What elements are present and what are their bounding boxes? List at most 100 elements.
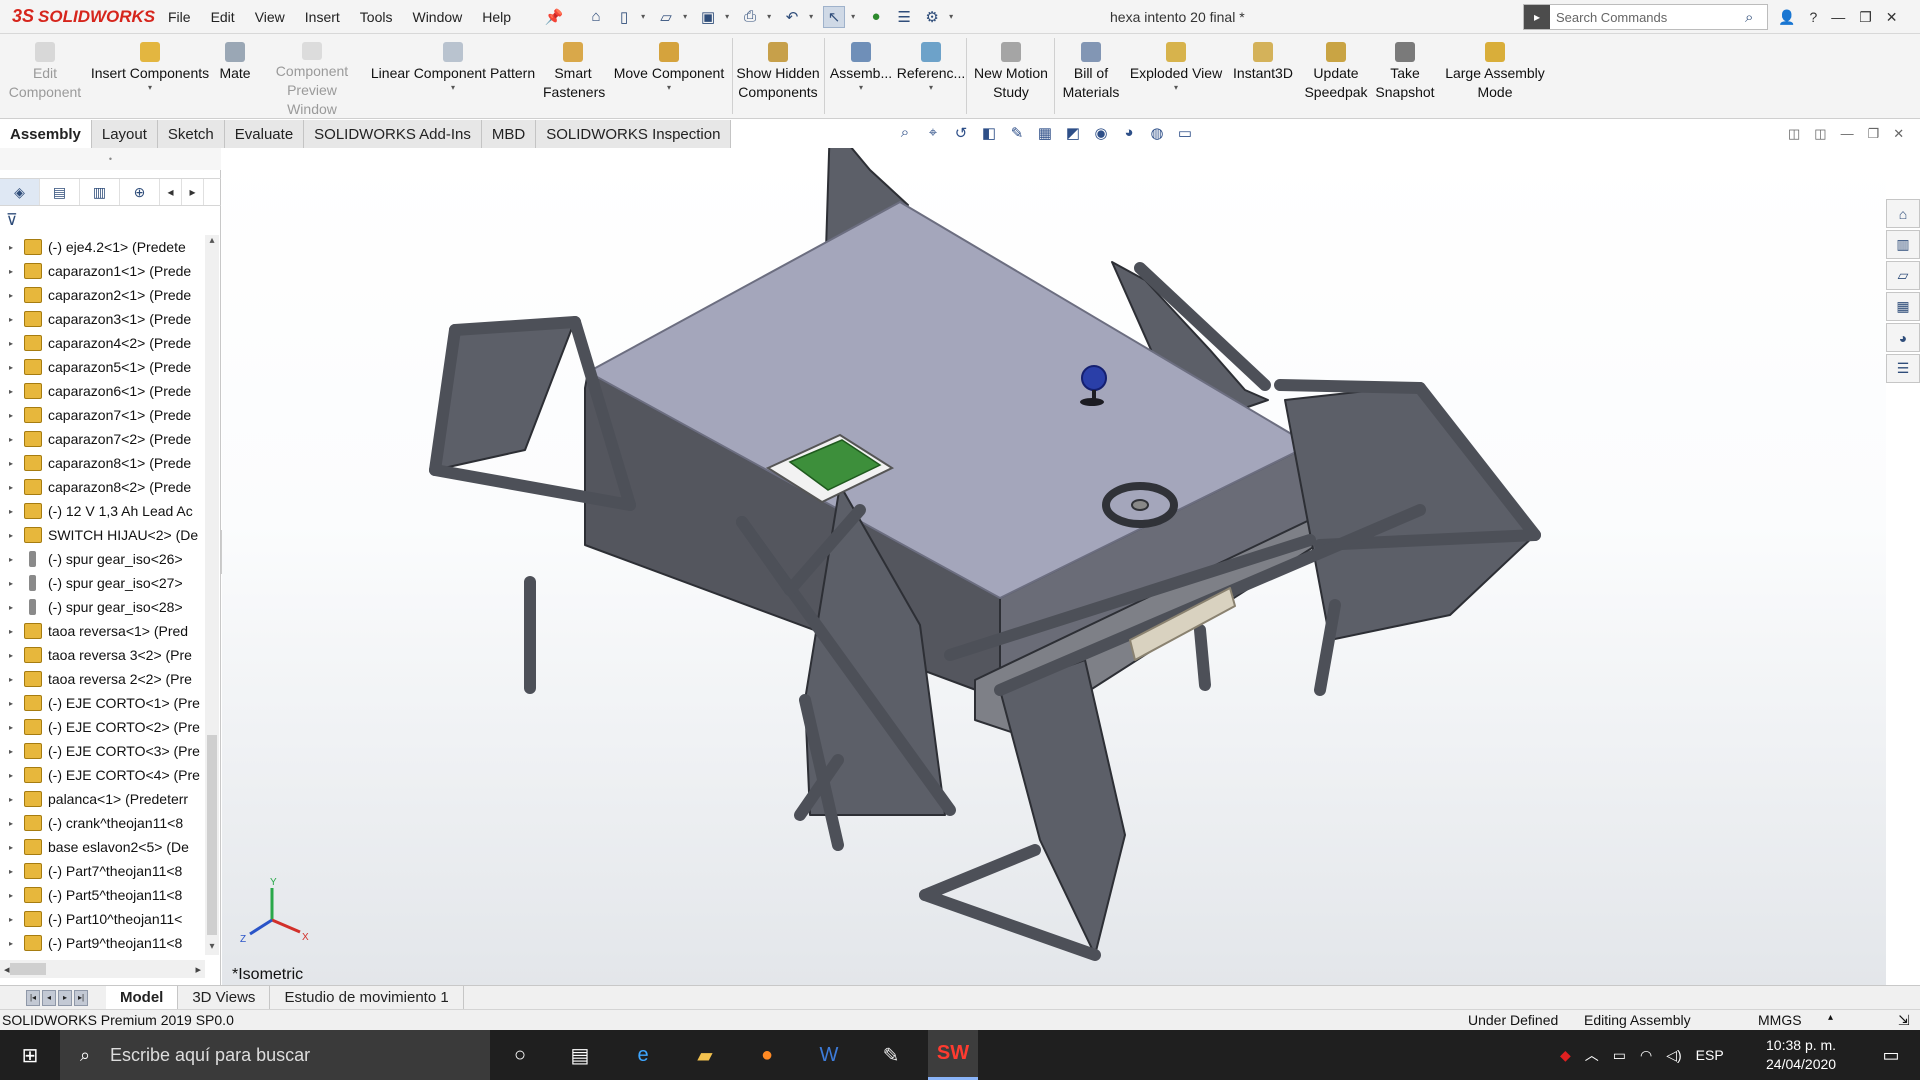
tree-item[interactable]: ▸ (-) spur gear_iso<27>: [0, 571, 205, 595]
scroll-down-icon[interactable]: ▾: [205, 941, 219, 955]
home-icon[interactable]: ⌂: [585, 6, 607, 28]
menu-edit[interactable]: Edit: [201, 9, 245, 25]
expand-arrow-icon[interactable]: ▸: [4, 771, 18, 780]
open-icon[interactable]: ▱: [655, 6, 677, 28]
save-dropdown-icon[interactable]: ▾: [725, 12, 733, 21]
options-dropdown-icon[interactable]: ▾: [949, 12, 957, 21]
viewport-restore-icon[interactable]: ❐: [1868, 126, 1880, 142]
assembly-features-button[interactable]: Assemb... ▾: [828, 34, 894, 119]
tree-item[interactable]: ▸ caparazon5<1> (Prede: [0, 355, 205, 379]
tree-item[interactable]: ▸ caparazon8<2> (Prede: [0, 475, 205, 499]
custom-properties-icon[interactable]: ☰: [1886, 354, 1920, 383]
tree-item[interactable]: ▸ SWITCH HIJAU<2> (De: [0, 523, 205, 547]
reference-geometry-dropdown-icon[interactable]: ▾: [929, 83, 933, 93]
print-icon[interactable]: ⎙: [739, 6, 761, 28]
expand-arrow-icon[interactable]: ▸: [4, 363, 18, 372]
graphics-area[interactable]: [222, 148, 1886, 985]
tabs-scroll-right-icon[interactable]: ▸: [182, 179, 204, 205]
tree-item[interactable]: ▸ (-) eje4.2<1> (Predete: [0, 235, 205, 259]
take-snapshot-button[interactable]: Take Snapshot: [1372, 34, 1438, 119]
linear-pattern-dropdown-icon[interactable]: ▾: [451, 83, 455, 93]
reference-geometry-button[interactable]: Referenc... ▾: [896, 34, 966, 119]
edit-appearance-icon[interactable]: ◕: [1119, 124, 1139, 142]
move-component-button[interactable]: Move Component ▾: [608, 34, 730, 119]
file-explorer-icon[interactable]: ▰: [680, 1030, 730, 1080]
instant3d-button[interactable]: Instant3D: [1226, 34, 1300, 119]
appearances-icon[interactable]: ◕: [1886, 323, 1920, 352]
expand-arrow-icon[interactable]: ▸: [4, 867, 18, 876]
tree-item[interactable]: ▸ taoa reversa 3<2> (Pre: [0, 643, 205, 667]
tree-item[interactable]: ▸ (-) EJE CORTO<1> (Pre: [0, 691, 205, 715]
view-palette-icon[interactable]: ▦: [1886, 292, 1920, 321]
expand-arrow-icon[interactable]: ▸: [4, 555, 18, 564]
solidworks-icon[interactable]: SW: [928, 1030, 978, 1080]
insert-components-dropdown-icon[interactable]: ▾: [148, 83, 152, 93]
insert-components-button[interactable]: Insert Components ▾: [88, 34, 212, 119]
expand-arrow-icon[interactable]: ▸: [4, 819, 18, 828]
status-resize-icon[interactable]: ⇲: [1898, 1012, 1910, 1029]
taskbar-clock[interactable]: 10:38 p. m. 24/04/2020: [1766, 1036, 1836, 1074]
bill-of-materials-button[interactable]: Bill of Materials: [1056, 34, 1126, 119]
zoom-to-area-icon[interactable]: ⌖: [923, 124, 943, 142]
expand-arrow-icon[interactable]: ▸: [4, 627, 18, 636]
tree-item[interactable]: ▸ (-) EJE CORTO<3> (Pre: [0, 739, 205, 763]
expand-arrow-icon[interactable]: ▸: [4, 603, 18, 612]
expand-arrow-icon[interactable]: ▸: [4, 411, 18, 420]
firefox-icon[interactable]: ●: [742, 1030, 792, 1080]
taskbar-search[interactable]: ⌕ Escribe aquí para buscar: [60, 1030, 490, 1080]
expand-arrow-icon[interactable]: ▸: [4, 699, 18, 708]
language-indicator[interactable]: ESP: [1696, 1047, 1724, 1063]
expand-arrow-icon[interactable]: ▸: [4, 651, 18, 660]
menu-view[interactable]: View: [245, 9, 295, 25]
units-dropdown-icon[interactable]: ▴: [1828, 1012, 1833, 1023]
move-component-dropdown-icon[interactable]: ▾: [667, 83, 671, 93]
viewport-close-icon[interactable]: ✕: [1893, 126, 1904, 142]
expand-arrow-icon[interactable]: ▸: [4, 843, 18, 852]
taskbar-search-input[interactable]: Escribe aquí para buscar: [110, 1045, 310, 1066]
wifi-icon[interactable]: ◠: [1640, 1047, 1652, 1064]
tabs-scroll-left-icon[interactable]: ◂: [160, 179, 182, 205]
minimize-icon[interactable]: —: [1831, 9, 1845, 25]
battery-icon[interactable]: ▭: [1613, 1047, 1626, 1064]
tree-item[interactable]: ▸ taoa reversa<1> (Pred: [0, 619, 205, 643]
tree-item[interactable]: ▸ caparazon1<1> (Prede: [0, 259, 205, 283]
panel-collapse-grip[interactable]: •: [0, 148, 221, 170]
paint-icon[interactable]: ✎: [866, 1030, 916, 1080]
expand-arrow-icon[interactable]: ▸: [4, 747, 18, 756]
filter-icon[interactable]: ⊽: [6, 210, 18, 230]
menu-file[interactable]: File: [158, 9, 201, 25]
help-icon[interactable]: ?: [1809, 9, 1817, 25]
tree-item[interactable]: ▸ (-) spur gear_iso<28>: [0, 595, 205, 619]
previous-view-icon[interactable]: ↺: [951, 124, 971, 142]
tab-sketch[interactable]: Sketch: [157, 120, 225, 148]
print-dropdown-icon[interactable]: ▾: [767, 12, 775, 21]
tree-item[interactable]: ▸ caparazon6<1> (Prede: [0, 379, 205, 403]
select-icon[interactable]: ↖: [823, 5, 846, 28]
expand-arrow-icon[interactable]: ▸: [4, 939, 18, 948]
display-style-icon[interactable]: ◩: [1063, 124, 1083, 142]
tray-expand-icon[interactable]: ︿: [1585, 1045, 1599, 1065]
tab-motion-study[interactable]: Estudio de movimiento 1: [270, 985, 464, 1010]
save-icon[interactable]: ▣: [697, 6, 719, 28]
exploded-view-dropdown-icon[interactable]: ▾: [1174, 83, 1178, 93]
expand-arrow-icon[interactable]: ▸: [4, 915, 18, 924]
volume-icon[interactable]: ◁): [1666, 1047, 1681, 1064]
task-view-icon[interactable]: ▤: [555, 1030, 605, 1080]
tree-item[interactable]: ▸ (-) Part7^theojan11<8: [0, 859, 205, 883]
update-speedpak-button[interactable]: Update Speedpak: [1300, 34, 1372, 119]
tree-item[interactable]: ▸ caparazon8<1> (Prede: [0, 451, 205, 475]
tree-item[interactable]: ▸ (-) 12 V 1,3 Ah Lead Ac: [0, 499, 205, 523]
search-type-icon[interactable]: ▸: [1524, 5, 1550, 29]
search-commands[interactable]: ▸ Search Commands ⌕: [1523, 4, 1768, 30]
expand-arrow-icon[interactable]: ▸: [4, 243, 18, 252]
menu-insert[interactable]: Insert: [295, 9, 350, 25]
windows-start-icon[interactable]: ⊞: [0, 1030, 60, 1080]
pin-icon[interactable]: 📌: [543, 6, 565, 28]
dimxpert-tab-icon[interactable]: ⊕: [120, 179, 160, 205]
tab-mbd[interactable]: MBD: [481, 120, 537, 148]
tab-3d-views[interactable]: 3D Views: [178, 985, 271, 1010]
viewport-tile-right-icon[interactable]: ◫: [1814, 126, 1826, 142]
menu-window[interactable]: Window: [402, 9, 472, 25]
dynamic-annotation-icon[interactable]: ✎: [1007, 124, 1027, 142]
viewport-minimize-icon[interactable]: —: [1841, 126, 1854, 142]
